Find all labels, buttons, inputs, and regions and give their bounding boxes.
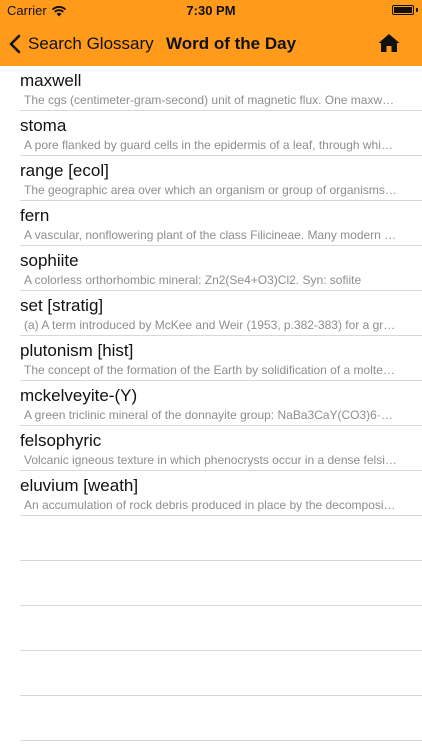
- entry-term: eluvium [weath]: [20, 476, 139, 495]
- empty-row: [20, 606, 422, 651]
- entry-term: sophiite: [20, 251, 79, 270]
- entry-definition: A pore flanked by guard cells in the epi…: [24, 138, 398, 152]
- entry-term: plutonism [hist]: [20, 341, 134, 360]
- list-item[interactable]: range [ecol] The geographic area over wh…: [20, 156, 422, 201]
- entry-definition: (a) A term introduced by McKee and Weir …: [24, 318, 398, 332]
- entry-term: fern: [20, 206, 50, 225]
- entry-term: range [ecol]: [20, 161, 109, 180]
- entry-term: mckelveyite-(Y): [20, 386, 138, 405]
- navigation-bar: Search Glossary Word of the Day: [0, 22, 422, 66]
- entry-definition: The concept of the formation of the Eart…: [24, 363, 398, 377]
- status-time: 7:30 PM: [186, 3, 236, 18]
- chevron-left-icon: [9, 34, 21, 54]
- entry-definition: A vascular, nonflowering plant of the cl…: [24, 228, 398, 242]
- entry-definition: A colorless orthorhombic mineral: Zn2(Se…: [24, 273, 362, 287]
- entry-definition: The cgs (centimeter-gram-second) unit of…: [24, 93, 398, 107]
- list-item[interactable]: set [stratig] (a) A term introduced by M…: [20, 291, 422, 336]
- entry-term: felsophyric: [20, 431, 102, 450]
- entry-definition: Volcanic igneous texture in which phenoc…: [24, 453, 398, 467]
- entry-definition: A green triclinic mineral of the donnayi…: [24, 408, 398, 422]
- list-item[interactable]: eluvium [weath] An accumulation of rock …: [20, 471, 422, 516]
- list-item[interactable]: fern A vascular, nonflowering plant of t…: [20, 201, 422, 246]
- word-list: maxwell The cgs (centimeter-gram-second)…: [0, 66, 422, 741]
- home-icon[interactable]: [378, 33, 400, 53]
- entry-definition: An accumulation of rock debris produced …: [24, 498, 398, 512]
- battery-fill: [394, 7, 412, 13]
- list-item[interactable]: plutonism [hist] The concept of the form…: [20, 336, 422, 381]
- empty-row: [20, 696, 422, 741]
- list-item[interactable]: stoma A pore flanked by guard cells in t…: [20, 111, 422, 156]
- empty-row: [20, 651, 422, 696]
- battery-tip: [416, 8, 418, 12]
- entry-term: set [stratig]: [20, 296, 104, 315]
- status-bar: Carrier 7:30 PM: [0, 0, 422, 22]
- back-button[interactable]: Search Glossary: [8, 22, 154, 66]
- page-title: Word of the Day: [166, 34, 297, 53]
- entry-term: stoma: [20, 116, 67, 135]
- back-label: Search Glossary: [28, 34, 154, 53]
- list-item[interactable]: mckelveyite-(Y) A green triclinic minera…: [20, 381, 422, 426]
- empty-row: [20, 561, 422, 606]
- entry-definition: The geographic area over which an organi…: [24, 183, 398, 197]
- empty-row: [20, 516, 422, 561]
- entry-term: maxwell: [20, 71, 82, 90]
- list-item[interactable]: maxwell The cgs (centimeter-gram-second)…: [20, 66, 422, 111]
- list-item[interactable]: sophiite A colorless orthorhombic minera…: [20, 246, 422, 291]
- header-bar: Carrier 7:30 PM Search Glossary Word of …: [0, 0, 422, 66]
- list-item[interactable]: felsophyric Volcanic igneous texture in …: [20, 426, 422, 471]
- battery-icon: [392, 5, 414, 15]
